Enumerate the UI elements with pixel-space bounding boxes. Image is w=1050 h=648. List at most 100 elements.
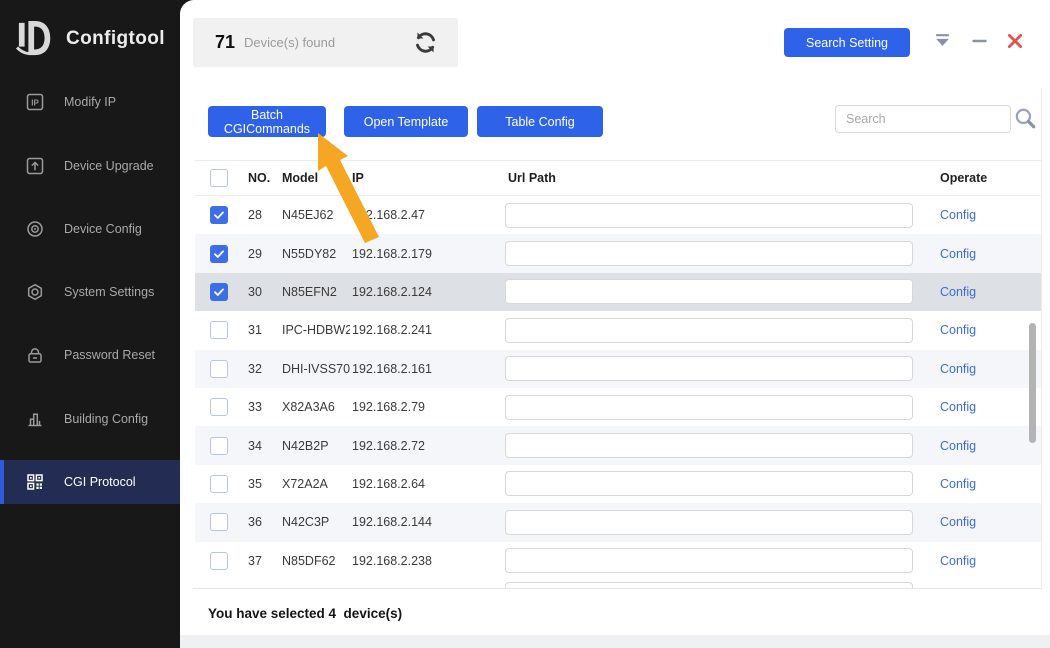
- vertical-scrollbar-thumb[interactable]: [1029, 323, 1036, 443]
- url-path-input[interactable]: [505, 356, 913, 381]
- refresh-icon[interactable]: [413, 30, 438, 55]
- config-link[interactable]: Config: [940, 477, 976, 491]
- config-link[interactable]: Config: [940, 400, 976, 414]
- sidebar-item-system-settings[interactable]: System Settings: [0, 270, 180, 314]
- row-model: N85EFN2: [277, 285, 350, 299]
- minimize-to-tray-icon[interactable]: [934, 33, 951, 48]
- device-table-body: 28 N45EJ62 192.168.2.47 Config 29 N55DY8…: [195, 196, 1042, 580]
- row-ip: 192.168.2.47: [350, 208, 500, 222]
- row-no: 35: [243, 477, 277, 491]
- bottom-strip: [180, 635, 1050, 648]
- sidebar-item-label: Device Config: [64, 222, 142, 236]
- cgi-protocol-icon: [26, 473, 44, 491]
- sidebar-item-device-upgrade[interactable]: Device Upgrade: [0, 144, 180, 188]
- batch-cgi-commands-button[interactable]: Batch CGICommands: [208, 106, 326, 137]
- url-path-input[interactable]: [505, 279, 913, 304]
- device-found-label: Device(s) found: [244, 35, 335, 50]
- config-link[interactable]: Config: [940, 208, 976, 222]
- config-link[interactable]: Config: [940, 285, 976, 299]
- app-title: Configtool: [66, 28, 165, 50]
- row-ip: 192.168.2.179: [350, 247, 500, 261]
- url-path-input[interactable]: [505, 203, 913, 228]
- header-ip: IP: [350, 171, 500, 185]
- header-operate: Operate: [925, 171, 1042, 185]
- row-ip: 192.168.2.238: [350, 554, 500, 568]
- table-config-button[interactable]: Table Config: [477, 106, 603, 137]
- row-model: DHI-IVSS70...: [277, 362, 350, 376]
- row-no: 37: [243, 554, 277, 568]
- url-path-input[interactable]: [505, 318, 913, 343]
- row-ip: 192.168.2.144: [350, 515, 500, 529]
- row-checkbox[interactable]: [210, 552, 228, 570]
- sidebar-item-password-reset[interactable]: Password Reset: [0, 333, 180, 377]
- row-ip: 192.168.2.64: [350, 477, 500, 491]
- row-model: N55DY82: [277, 247, 350, 261]
- sidebar-item-building-config[interactable]: Building Config: [0, 397, 180, 441]
- table-row: 35 X72A2A 192.168.2.64 Config: [195, 465, 1042, 503]
- config-link[interactable]: Config: [940, 554, 976, 568]
- row-checkbox[interactable]: [210, 321, 228, 339]
- app-window: Configtool IP Modify IP Device Upgrade Devi…: [0, 0, 1050, 648]
- row-model: N42B2P: [277, 439, 350, 453]
- table-footer-divider: [193, 588, 1042, 589]
- table-header: NO. Model IP Url Path Operate: [195, 160, 1042, 196]
- config-link[interactable]: Config: [940, 439, 976, 453]
- select-all-checkbox[interactable]: [210, 169, 228, 187]
- config-link[interactable]: Config: [940, 515, 976, 529]
- search-setting-button[interactable]: Search Setting: [784, 28, 910, 57]
- search-input[interactable]: [835, 105, 1011, 133]
- close-icon[interactable]: [1007, 33, 1023, 49]
- app-logo: Configtool: [16, 20, 165, 58]
- main-area: 71 Device(s) found Search Setting: [180, 0, 1050, 648]
- sidebar-item-modify-ip[interactable]: IP Modify IP: [0, 80, 180, 124]
- row-model: N42C3P: [277, 515, 350, 529]
- url-path-input[interactable]: [505, 395, 913, 420]
- row-ip: 192.168.2.241: [350, 323, 500, 337]
- system-settings-icon: [26, 283, 44, 301]
- table-row: 33 X82A3A6 192.168.2.79 Config: [195, 388, 1042, 426]
- minimize-icon[interactable]: [971, 36, 988, 46]
- url-path-input[interactable]: [505, 548, 913, 573]
- row-ip: 192.168.2.72: [350, 439, 500, 453]
- table-row: 37 N85DF62 192.168.2.238 Config: [195, 542, 1042, 580]
- partial-next-row: [195, 580, 1042, 588]
- svg-text:IP: IP: [31, 98, 39, 107]
- row-model: X82A3A6: [277, 400, 350, 414]
- search-icon[interactable]: [1014, 107, 1037, 130]
- row-ip: 192.168.2.161: [350, 362, 500, 376]
- sidebar-item-label: Password Reset: [64, 348, 155, 362]
- header-model: Model: [277, 171, 350, 185]
- table-row: 36 N42C3P 192.168.2.144 Config: [195, 503, 1042, 541]
- row-checkbox[interactable]: [210, 245, 228, 263]
- url-path-input[interactable]: [505, 433, 913, 458]
- device-config-icon: [26, 220, 44, 238]
- table-row: 30 N85EFN2 192.168.2.124 Config: [195, 273, 1042, 311]
- sidebar-item-label: CGI Protocol: [64, 475, 136, 489]
- row-no: 29: [243, 247, 277, 261]
- row-checkbox[interactable]: [210, 437, 228, 455]
- sidebar-item-label: Modify IP: [64, 95, 116, 109]
- config-link[interactable]: Config: [940, 323, 976, 337]
- open-template-button[interactable]: Open Template: [344, 106, 468, 137]
- row-checkbox[interactable]: [210, 206, 228, 224]
- device-count: 71: [215, 32, 235, 53]
- row-model: X72A2A: [277, 477, 350, 491]
- row-no: 34: [243, 439, 277, 453]
- row-checkbox[interactable]: [210, 283, 228, 301]
- row-checkbox[interactable]: [210, 360, 228, 378]
- config-link[interactable]: Config: [940, 362, 976, 376]
- table-row: 32 DHI-IVSS70... 192.168.2.161 Config: [195, 350, 1042, 388]
- row-model: N85DF62: [277, 554, 350, 568]
- row-no: 33: [243, 400, 277, 414]
- row-checkbox[interactable]: [210, 513, 228, 531]
- url-path-input[interactable]: [505, 510, 913, 535]
- url-path-input[interactable]: [505, 241, 913, 266]
- row-checkbox[interactable]: [210, 475, 228, 493]
- sidebar-item-cgi-protocol[interactable]: CGI Protocol: [0, 460, 180, 504]
- row-checkbox[interactable]: [210, 398, 228, 416]
- sidebar-item-device-config[interactable]: Device Config: [0, 207, 180, 251]
- dahua-logo-icon: [16, 20, 56, 58]
- url-path-input[interactable]: [505, 471, 913, 496]
- config-link[interactable]: Config: [940, 247, 976, 261]
- row-no: 36: [243, 515, 277, 529]
